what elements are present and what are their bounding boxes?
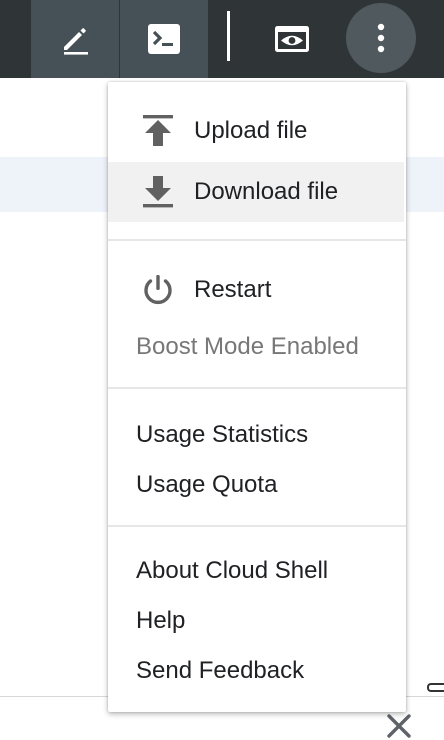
menu-divider <box>108 239 406 241</box>
more-options-menu: Upload file Download file Restart Boost … <box>108 82 406 712</box>
usage-statistics-item[interactable]: Usage Statistics <box>108 410 406 460</box>
upload-file-label: Upload file <box>194 117 308 144</box>
boost-mode-status: Boost Mode Enabled <box>108 322 406 372</box>
upload-file-item[interactable]: Upload file <box>108 106 406 156</box>
about-cloud-shell-label: About Cloud Shell <box>136 557 329 584</box>
terminal-icon <box>148 24 180 54</box>
cloud-shell-toolbar <box>0 0 444 78</box>
power-icon <box>138 270 178 310</box>
more-vertical-icon <box>377 23 385 53</box>
close-icon <box>387 714 411 738</box>
cloud-shell-page: Upload file Download file Restart Boost … <box>0 0 444 740</box>
close-panel-button[interactable] <box>384 711 414 740</box>
about-cloud-shell-item[interactable]: About Cloud Shell <box>108 546 406 596</box>
download-icon <box>138 172 178 212</box>
help-item[interactable]: Help <box>108 596 406 646</box>
usage-statistics-label: Usage Statistics <box>136 421 309 448</box>
menu-divider <box>108 387 406 389</box>
menu-divider <box>108 525 406 527</box>
restart-label: Restart <box>194 276 272 303</box>
restore-panel-icon[interactable] <box>427 683 444 692</box>
boost-mode-label: Boost Mode Enabled <box>136 333 359 360</box>
restart-item[interactable]: Restart <box>108 265 406 315</box>
usage-quota-item[interactable]: Usage Quota <box>108 460 406 510</box>
send-feedback-item[interactable]: Send Feedback <box>108 646 406 696</box>
upload-icon <box>138 111 178 151</box>
toolbar-divider <box>227 11 230 61</box>
terminal-button[interactable] <box>120 0 208 78</box>
web-preview-button[interactable] <box>248 0 336 78</box>
download-file-item[interactable]: Download file <box>108 162 404 222</box>
pencil-icon <box>64 28 88 55</box>
eye-icon <box>275 26 309 52</box>
help-label: Help <box>136 607 186 634</box>
usage-quota-label: Usage Quota <box>136 471 278 498</box>
download-file-label: Download file <box>194 178 339 205</box>
open-editor-button[interactable] <box>31 0 119 78</box>
more-menu-button[interactable] <box>346 3 416 73</box>
send-feedback-label: Send Feedback <box>136 657 305 684</box>
